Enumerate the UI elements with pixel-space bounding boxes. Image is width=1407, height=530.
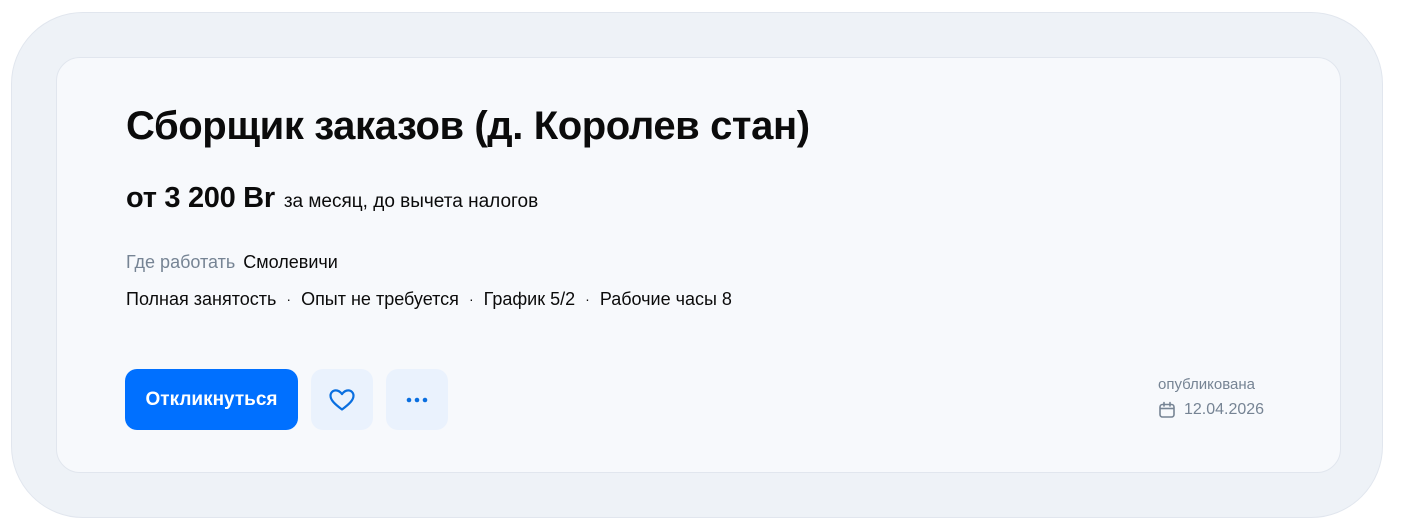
apply-button[interactable]: Откликнуться — [125, 369, 298, 430]
tag-hours: Рабочие часы 8 — [599, 289, 732, 309]
published-info: опубликована 12.04.2026 — [1158, 375, 1272, 419]
more-button[interactable] — [386, 369, 448, 430]
published-date-row: 12.04.2026 — [1158, 401, 1272, 419]
vacancy-title[interactable]: Сборщик заказов (д. Королев стан) — [126, 98, 810, 154]
tag-separator: · — [468, 291, 474, 307]
published-date: 12.04.2026 — [1184, 401, 1265, 418]
more-dots-icon — [405, 397, 429, 403]
published-label: опубликована — [1158, 376, 1256, 393]
favorite-button[interactable] — [311, 369, 373, 430]
location-value: Смолевичи — [243, 252, 338, 272]
location-label: Где работать — [126, 252, 236, 272]
salary-note: за месяц, до вычета налогов — [283, 191, 539, 212]
heart-icon — [328, 388, 356, 412]
salary-block: от 3 200 Br за месяц, до вычета налогов — [126, 182, 538, 215]
tag-schedule: График 5/2 — [483, 289, 576, 309]
work-location: Где работать Смолевичи — [126, 250, 338, 274]
tag-separator: · — [286, 291, 292, 307]
tag-experience: Опыт не требуется — [301, 289, 459, 309]
tag-separator: · — [585, 291, 590, 307]
calendar-icon — [1158, 401, 1184, 419]
vacancy-tags: Полная занятость · Опыт не требуется · Г… — [126, 287, 732, 311]
salary-amount: от 3 200 Br — [126, 182, 275, 214]
tag-employment: Полная занятость — [126, 289, 277, 309]
